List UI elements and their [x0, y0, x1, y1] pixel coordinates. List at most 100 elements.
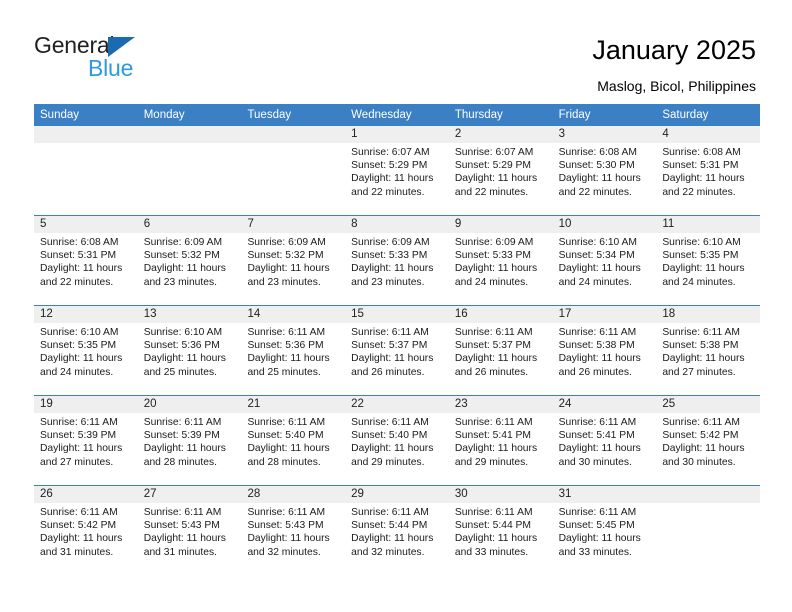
daylight-duration-line1: Daylight: 11 hours [40, 263, 123, 275]
calendar-week-row: 19 Sunrise: 6:11 AM Sunset: 5:39 PM Dayligh… [34, 395, 761, 485]
day-number: 15 [345, 306, 449, 323]
daylight-duration-line1: Daylight: 11 hours [351, 443, 434, 455]
daylight-duration-line2: and 27 minutes. [40, 456, 114, 468]
calendar-day-cell[interactable]: 13 Sunrise: 6:10 AM Sunset: 5:36 PM Dayligh… [137, 306, 242, 395]
calendar-day-cell[interactable]: 11 Sunrise: 6:10 AM Sunset: 5:35 PM Dayligh… [656, 216, 761, 305]
calendar-day-cell[interactable]: 24 Sunrise: 6:11 AM Sunset: 5:41 PM Dayligh… [552, 396, 657, 485]
calendar-day-cell[interactable]: 16 Sunrise: 6:11 AM Sunset: 5:37 PM Dayligh… [448, 306, 553, 395]
sunrise-time: Sunrise: 6:11 AM [558, 417, 637, 428]
calendar-day-cell[interactable]: 30 Sunrise: 6:11 AM Sunset: 5:44 PM Dayligh… [448, 486, 553, 575]
day-number: 1 [345, 126, 449, 143]
sunrise-time: Sunrise: 6:08 AM [40, 237, 119, 248]
calendar-day-cell[interactable]: 6 Sunrise: 6:09 AM Sunset: 5:32 PM Daylight… [137, 216, 242, 305]
sunset-time: Sunset: 5:40 PM [247, 430, 324, 442]
calendar-day-cell[interactable]: 26 Sunrise: 6:11 AM Sunset: 5:42 PM Dayligh… [34, 486, 138, 575]
calendar-day-cell[interactable]: 14 Sunrise: 6:11 AM Sunset: 5:36 PM Dayligh… [241, 306, 346, 395]
weekday-header-tuesday: Tuesday [247, 109, 292, 121]
calendar-day-cell[interactable]: 22 Sunrise: 6:11 AM Sunset: 5:40 PM Dayligh… [345, 396, 449, 485]
day-details: Sunrise: 6:11 AM Sunset: 5:42 PM Daylight:… [656, 413, 760, 469]
calendar-day-cell[interactable]: 27 Sunrise: 6:11 AM Sunset: 5:43 PM Dayligh… [137, 486, 242, 575]
daylight-duration-line1: Daylight: 11 hours [662, 443, 745, 455]
calendar-day-cell[interactable]: 19 Sunrise: 6:11 AM Sunset: 5:39 PM Dayligh… [34, 396, 138, 485]
day-details: Sunrise: 6:09 AM Sunset: 5:32 PM Daylight:… [138, 233, 242, 289]
calendar-day-cell[interactable]: 3 Sunrise: 6:08 AM Sunset: 5:30 PM Daylight… [552, 126, 657, 215]
page-subtitle-location: Maslog, Bicol, Philippines [597, 78, 756, 94]
general-blue-logo[interactable]: General Blue [34, 33, 214, 83]
day-details [241, 143, 345, 146]
sunrise-time: Sunrise: 6:11 AM [558, 507, 637, 518]
calendar-day-cell[interactable]: 25 Sunrise: 6:11 AM Sunset: 5:42 PM Dayligh… [656, 396, 761, 485]
weekday-header-wednesday: Wednesday [351, 109, 412, 121]
daylight-duration-line1: Daylight: 11 hours [454, 533, 538, 545]
calendar-day-cell[interactable]: 15 Sunrise: 6:11 AM Sunset: 5:37 PM Dayligh… [345, 306, 449, 395]
daylight-duration-line1: Daylight: 11 hours [351, 173, 434, 185]
sunset-time: Sunset: 5:37 PM [351, 340, 428, 352]
sunrise-time: Sunrise: 6:11 AM [40, 417, 118, 428]
sunrise-time: Sunrise: 6:09 AM [247, 237, 326, 248]
day-details: Sunrise: 6:11 AM Sunset: 5:36 PM Daylight:… [241, 323, 345, 379]
day-number: 22 [345, 396, 449, 413]
calendar-day-cell[interactable]: 12 Sunrise: 6:10 AM Sunset: 5:35 PM Dayligh… [34, 306, 138, 395]
calendar-day-cell[interactable]: 20 Sunrise: 6:11 AM Sunset: 5:39 PM Dayligh… [137, 396, 242, 485]
calendar-page: General Blue January 2025 Maslog, Bicol,… [0, 0, 792, 612]
day-number: 2 [448, 126, 553, 143]
day-details: Sunrise: 6:11 AM Sunset: 5:41 PM Daylight:… [553, 413, 657, 469]
calendar-day-cell[interactable]: 28 Sunrise: 6:11 AM Sunset: 5:43 PM Dayligh… [241, 486, 346, 575]
day-number: 21 [241, 396, 346, 413]
calendar-grid: Sunday Monday Tuesday Wednesday Thursday… [34, 104, 761, 575]
calendar-week-row: 1 Sunrise: 6:07 AM Sunset: 5:29 PM Daylight… [34, 126, 761, 215]
day-number [137, 126, 242, 143]
calendar-day-cell[interactable]: 7 Sunrise: 6:09 AM Sunset: 5:32 PM Daylight… [241, 216, 346, 305]
daylight-duration-line1: Daylight: 11 hours [247, 443, 330, 455]
calendar-day-cell[interactable]: 18 Sunrise: 6:11 AM Sunset: 5:38 PM Dayligh… [656, 306, 761, 395]
sunrise-time: Sunrise: 6:11 AM [662, 327, 740, 338]
sunset-time: Sunset: 5:44 PM [351, 520, 428, 532]
calendar-day-cell[interactable]: 9 Sunrise: 6:09 AM Sunset: 5:33 PM Daylight… [448, 216, 553, 305]
calendar-day-cell[interactable]: 23 Sunrise: 6:11 AM Sunset: 5:41 PM Dayligh… [448, 396, 553, 485]
calendar-weeks: 1 Sunrise: 6:07 AM Sunset: 5:29 PM Daylight… [34, 126, 761, 575]
sunrise-time: Sunrise: 6:11 AM [247, 417, 326, 428]
sunset-time: Sunset: 5:33 PM [351, 250, 428, 262]
day-details: Sunrise: 6:10 AM Sunset: 5:36 PM Daylight:… [138, 323, 242, 379]
day-details: Sunrise: 6:11 AM Sunset: 5:39 PM Daylight:… [34, 413, 138, 469]
day-details: Sunrise: 6:09 AM Sunset: 5:32 PM Daylight:… [241, 233, 345, 289]
calendar-day-cell[interactable]: 17 Sunrise: 6:11 AM Sunset: 5:38 PM Dayligh… [552, 306, 657, 395]
calendar-day-cell[interactable]: 4 Sunrise: 6:08 AM Sunset: 5:31 PM Daylight… [656, 126, 761, 215]
sunset-time: Sunset: 5:41 PM [454, 430, 532, 442]
calendar-day-cell[interactable]: 31 Sunrise: 6:11 AM Sunset: 5:45 PM Dayligh… [552, 486, 657, 575]
calendar-day-cell[interactable]: 8 Sunrise: 6:09 AM Sunset: 5:33 PM Daylight… [345, 216, 449, 305]
calendar-day-cell[interactable]: 1 Sunrise: 6:07 AM Sunset: 5:29 PM Daylight… [345, 126, 449, 215]
daylight-duration-line2: and 28 minutes. [247, 456, 321, 468]
weekday-header-monday: Monday [143, 109, 185, 121]
sunset-time: Sunset: 5:38 PM [558, 340, 635, 352]
daylight-duration-line2: and 22 minutes. [454, 186, 529, 198]
daylight-duration-line2: and 22 minutes. [40, 276, 114, 288]
sunset-time: Sunset: 5:29 PM [351, 160, 428, 172]
daylight-duration-line2: and 29 minutes. [351, 456, 425, 468]
day-number: 3 [552, 126, 657, 143]
day-details: Sunrise: 6:11 AM Sunset: 5:43 PM Daylight:… [241, 503, 345, 559]
sunset-time: Sunset: 5:38 PM [662, 340, 739, 352]
sunrise-time: Sunrise: 6:08 AM [558, 147, 638, 158]
daylight-duration-line1: Daylight: 11 hours [247, 353, 330, 365]
page-header: General Blue January 2025 Maslog, Bicol,… [0, 0, 792, 100]
sunrise-time: Sunrise: 6:10 AM [662, 237, 741, 248]
sunrise-time: Sunrise: 6:11 AM [351, 507, 429, 518]
day-details: Sunrise: 6:08 AM Sunset: 5:30 PM Daylight:… [553, 143, 657, 199]
sunset-time: Sunset: 5:31 PM [662, 160, 739, 172]
calendar-week-row: 5 Sunrise: 6:08 AM Sunset: 5:31 PM Daylight… [34, 215, 761, 305]
day-number: 25 [656, 396, 761, 413]
day-details: Sunrise: 6:11 AM Sunset: 5:37 PM Daylight:… [345, 323, 449, 379]
calendar-day-cell[interactable]: 21 Sunrise: 6:11 AM Sunset: 5:40 PM Dayligh… [241, 396, 346, 485]
day-number: 24 [552, 396, 657, 413]
day-number: 10 [552, 216, 657, 233]
calendar-day-cell[interactable]: 10 Sunrise: 6:10 AM Sunset: 5:34 PM Dayligh… [552, 216, 657, 305]
logo-triangle-icon [108, 37, 135, 57]
daylight-duration-line1: Daylight: 11 hours [247, 533, 330, 545]
daylight-duration-line1: Daylight: 11 hours [662, 173, 745, 185]
sunrise-time: Sunrise: 6:10 AM [558, 237, 638, 248]
sunset-time: Sunset: 5:32 PM [247, 250, 324, 262]
calendar-day-cell[interactable]: 2 Sunrise: 6:07 AM Sunset: 5:29 PM Daylight… [448, 126, 553, 215]
calendar-day-cell[interactable]: 29 Sunrise: 6:11 AM Sunset: 5:44 PM Dayligh… [345, 486, 449, 575]
calendar-day-cell[interactable]: 5 Sunrise: 6:08 AM Sunset: 5:31 PM Daylight… [34, 216, 138, 305]
